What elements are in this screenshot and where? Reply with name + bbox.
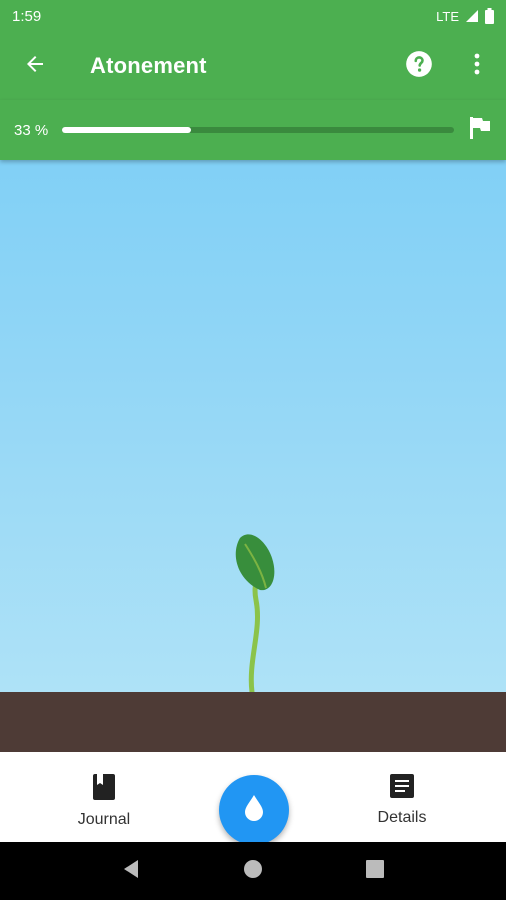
nav-journal[interactable]: Journal [44, 774, 164, 829]
progress-bar [62, 127, 454, 133]
more-options-button[interactable] [448, 32, 506, 100]
flag-icon [470, 116, 490, 144]
battery-icon [485, 8, 494, 24]
status-bar: 1:59 LTE [0, 0, 506, 32]
help-icon [405, 50, 433, 83]
status-time: 1:59 [12, 7, 42, 25]
garden-scene [0, 160, 506, 692]
more-vert-icon [474, 53, 480, 80]
help-button[interactable] [390, 32, 448, 100]
soil-ground [0, 692, 506, 752]
journal-icon [93, 774, 115, 805]
square-recents-icon [366, 859, 384, 883]
nav-journal-label: Journal [77, 811, 131, 828]
system-nav-bar [0, 842, 506, 900]
goal-flag-button[interactable] [454, 116, 506, 144]
plant-sprout [235, 534, 275, 692]
details-icon [390, 774, 414, 803]
triangle-back-icon [122, 859, 140, 884]
page-title: Atonement [90, 53, 207, 78]
signal-icon [465, 9, 479, 23]
network-type: LTE [436, 8, 459, 24]
water-drop-icon [244, 794, 264, 826]
back-arrow-icon [23, 52, 47, 81]
system-home-button[interactable] [233, 851, 273, 891]
progress-row: 33 % [0, 100, 506, 160]
app-bar: Atonement [0, 32, 506, 100]
system-recents-button[interactable] [355, 851, 395, 891]
progress-fill [62, 127, 192, 133]
back-button[interactable] [0, 32, 70, 100]
status-icons: LTE [436, 8, 494, 24]
progress-label: 33 % [14, 121, 49, 139]
bottom-navigation: Journal Details [0, 752, 506, 845]
circle-home-icon [243, 859, 263, 884]
nav-details-label: Details [377, 809, 427, 826]
nav-details[interactable]: Details [342, 774, 462, 827]
system-back-button[interactable] [111, 851, 151, 891]
water-button[interactable] [219, 775, 289, 845]
